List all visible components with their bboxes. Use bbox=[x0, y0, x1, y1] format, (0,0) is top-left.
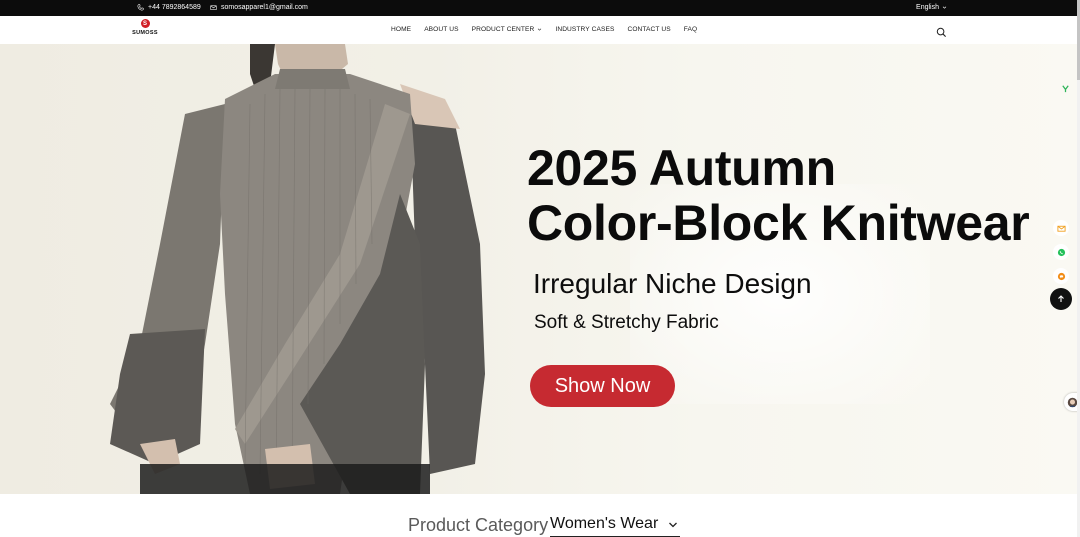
hero-subheading-1: Irregular Niche Design bbox=[533, 268, 812, 299]
nav-background-right bbox=[974, 16, 1080, 44]
brand-icon bbox=[1061, 84, 1069, 92]
arrow-up-icon bbox=[1058, 295, 1064, 302]
logo[interactable]: S SUMOSS bbox=[128, 19, 162, 41]
whatsapp-float-button[interactable] bbox=[1053, 244, 1069, 260]
nav-item-about-us[interactable]: ABOUT US bbox=[424, 26, 458, 33]
nav-item-label: HOME bbox=[391, 26, 412, 33]
main-nav: S SUMOSS HOME ABOUT US PRODUCT CENTER IN… bbox=[102, 16, 974, 44]
product-category-select[interactable]: Women's Wear bbox=[550, 515, 681, 537]
nav-item-label: ABOUT US bbox=[424, 26, 459, 33]
email-contact[interactable]: somosapparel1@gmail.com bbox=[210, 4, 308, 11]
email-float-button[interactable] bbox=[1053, 220, 1069, 236]
email-address: somosapparel1@gmail.com bbox=[221, 4, 308, 11]
hero-subheading-2: Soft & Stretchy Fabric bbox=[534, 312, 719, 333]
search-icon bbox=[936, 27, 947, 38]
nav-item-industry-cases[interactable]: INDUSTRY CASES bbox=[555, 26, 614, 33]
envelope-icon bbox=[210, 5, 217, 10]
logo-text: SUMOSS bbox=[132, 30, 158, 36]
chevron-down-icon bbox=[669, 522, 678, 528]
back-to-top-button[interactable] bbox=[1050, 288, 1072, 310]
phone-icon bbox=[137, 4, 144, 11]
hero-headline-line-1: 2025 Autumn bbox=[527, 140, 836, 196]
phone-number: +44 7892864589 bbox=[148, 4, 201, 11]
language-label: English bbox=[916, 4, 939, 11]
nav-item-label: FAQ bbox=[683, 26, 698, 33]
nav-background-left bbox=[0, 16, 102, 44]
nav-item-faq[interactable]: FAQ bbox=[684, 26, 698, 33]
model-sweater-image bbox=[110, 44, 485, 494]
search-button[interactable] bbox=[936, 25, 947, 38]
show-now-button[interactable]: Show Now bbox=[530, 365, 675, 407]
nav-menu: HOME ABOUT US PRODUCT CENTER INDUSTRY CA… bbox=[391, 26, 710, 33]
hero-banner[interactable]: 2025 Autumn Color-Block Knitwear Irregul… bbox=[0, 44, 1080, 494]
nav-item-contact-us[interactable]: CONTACT US bbox=[627, 26, 670, 33]
chat-avatar-icon bbox=[1067, 397, 1077, 407]
language-selector[interactable]: English bbox=[916, 4, 947, 11]
chevron-down-icon bbox=[538, 28, 542, 31]
nav-item-label: CONTACT US bbox=[627, 26, 671, 33]
message-icon bbox=[1057, 272, 1065, 280]
nav-item-home[interactable]: HOME bbox=[391, 26, 411, 33]
top-bar: +44 7892864589 somosapparel1@gmail.com E… bbox=[0, 0, 1080, 16]
whatsapp-icon bbox=[1057, 248, 1065, 256]
hero-headline-line-2: Color-Block Knitwear bbox=[527, 195, 1030, 251]
nav-item-label: PRODUCT CENTER bbox=[471, 26, 535, 33]
brand-float-button[interactable] bbox=[1057, 80, 1073, 96]
phone-contact[interactable]: +44 7892864589 bbox=[137, 4, 201, 11]
envelope-icon bbox=[1056, 225, 1066, 232]
nav-item-product-center[interactable]: PRODUCT CENTER bbox=[472, 26, 543, 33]
product-category-selected: Women's Wear bbox=[550, 515, 659, 532]
logo-mark: S bbox=[140, 19, 150, 28]
message-float-button[interactable] bbox=[1053, 268, 1069, 284]
nav-item-label: INDUSTRY CASES bbox=[555, 26, 615, 33]
chevron-down-icon bbox=[942, 6, 947, 9]
product-category-title: Product Category bbox=[408, 515, 549, 535]
